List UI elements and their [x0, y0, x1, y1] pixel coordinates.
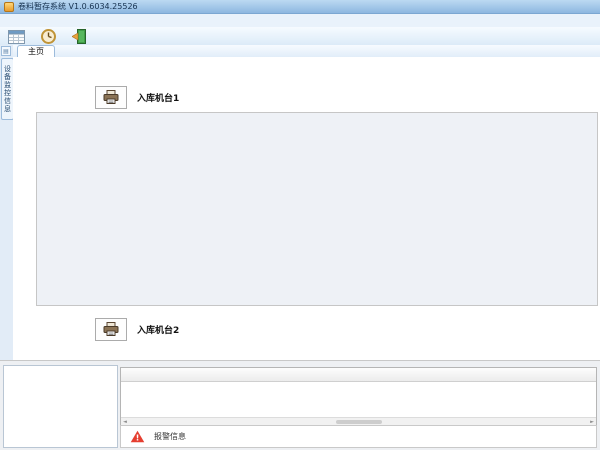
records-table: ◄ ► — [120, 367, 597, 426]
alarm-label: 报警信息 — [154, 431, 186, 442]
station1-label: 入库机台1 — [137, 91, 179, 104]
reel-grid-panel — [36, 112, 598, 306]
bottom-panel: ◄ ► ! 报警信息 — [0, 360, 600, 450]
warning-triangle-icon: ! — [130, 430, 145, 443]
title-bar: 卷料暂存系统 V1.0.6034.25526 — [0, 0, 600, 14]
side-panel-label: 设备监控信息 — [3, 65, 13, 113]
print-button-station1[interactable] — [95, 86, 127, 109]
table-header-row — [121, 368, 596, 382]
toolbar — [0, 27, 600, 46]
alarm-panel: ! 报警信息 — [120, 425, 597, 448]
scroll-left-icon[interactable]: ◄ — [123, 419, 127, 425]
status-band — [13, 57, 600, 83]
station2-label: 入库机台2 — [137, 323, 179, 336]
menu-bar — [0, 14, 600, 27]
exit-door-icon[interactable] — [70, 28, 90, 44]
main-area: 入库机台1 入库机台2 — [13, 83, 600, 360]
calendar-icon[interactable] — [6, 28, 26, 44]
station1-header: 入库机台1 — [30, 85, 597, 109]
machine-cards-list — [3, 365, 118, 448]
window-title: 卷料暂存系统 V1.0.6034.25526 — [18, 1, 138, 12]
station2-header: 入库机台2 — [30, 317, 597, 341]
scrollbar-thumb[interactable] — [336, 420, 382, 424]
app-window: 卷料暂存系统 V1.0.6034.25526 — [0, 0, 600, 450]
dock-pin-icon[interactable]: ▤ — [1, 46, 11, 56]
scroll-right-icon[interactable]: ► — [590, 419, 594, 425]
tab-home[interactable]: 主页 — [17, 45, 55, 57]
horizontal-scrollbar[interactable]: ◄ ► — [121, 417, 596, 425]
print-button-station2[interactable] — [95, 318, 127, 341]
clock-icon[interactable] — [38, 28, 58, 44]
app-icon — [4, 2, 14, 12]
svg-text:!: ! — [136, 433, 140, 443]
